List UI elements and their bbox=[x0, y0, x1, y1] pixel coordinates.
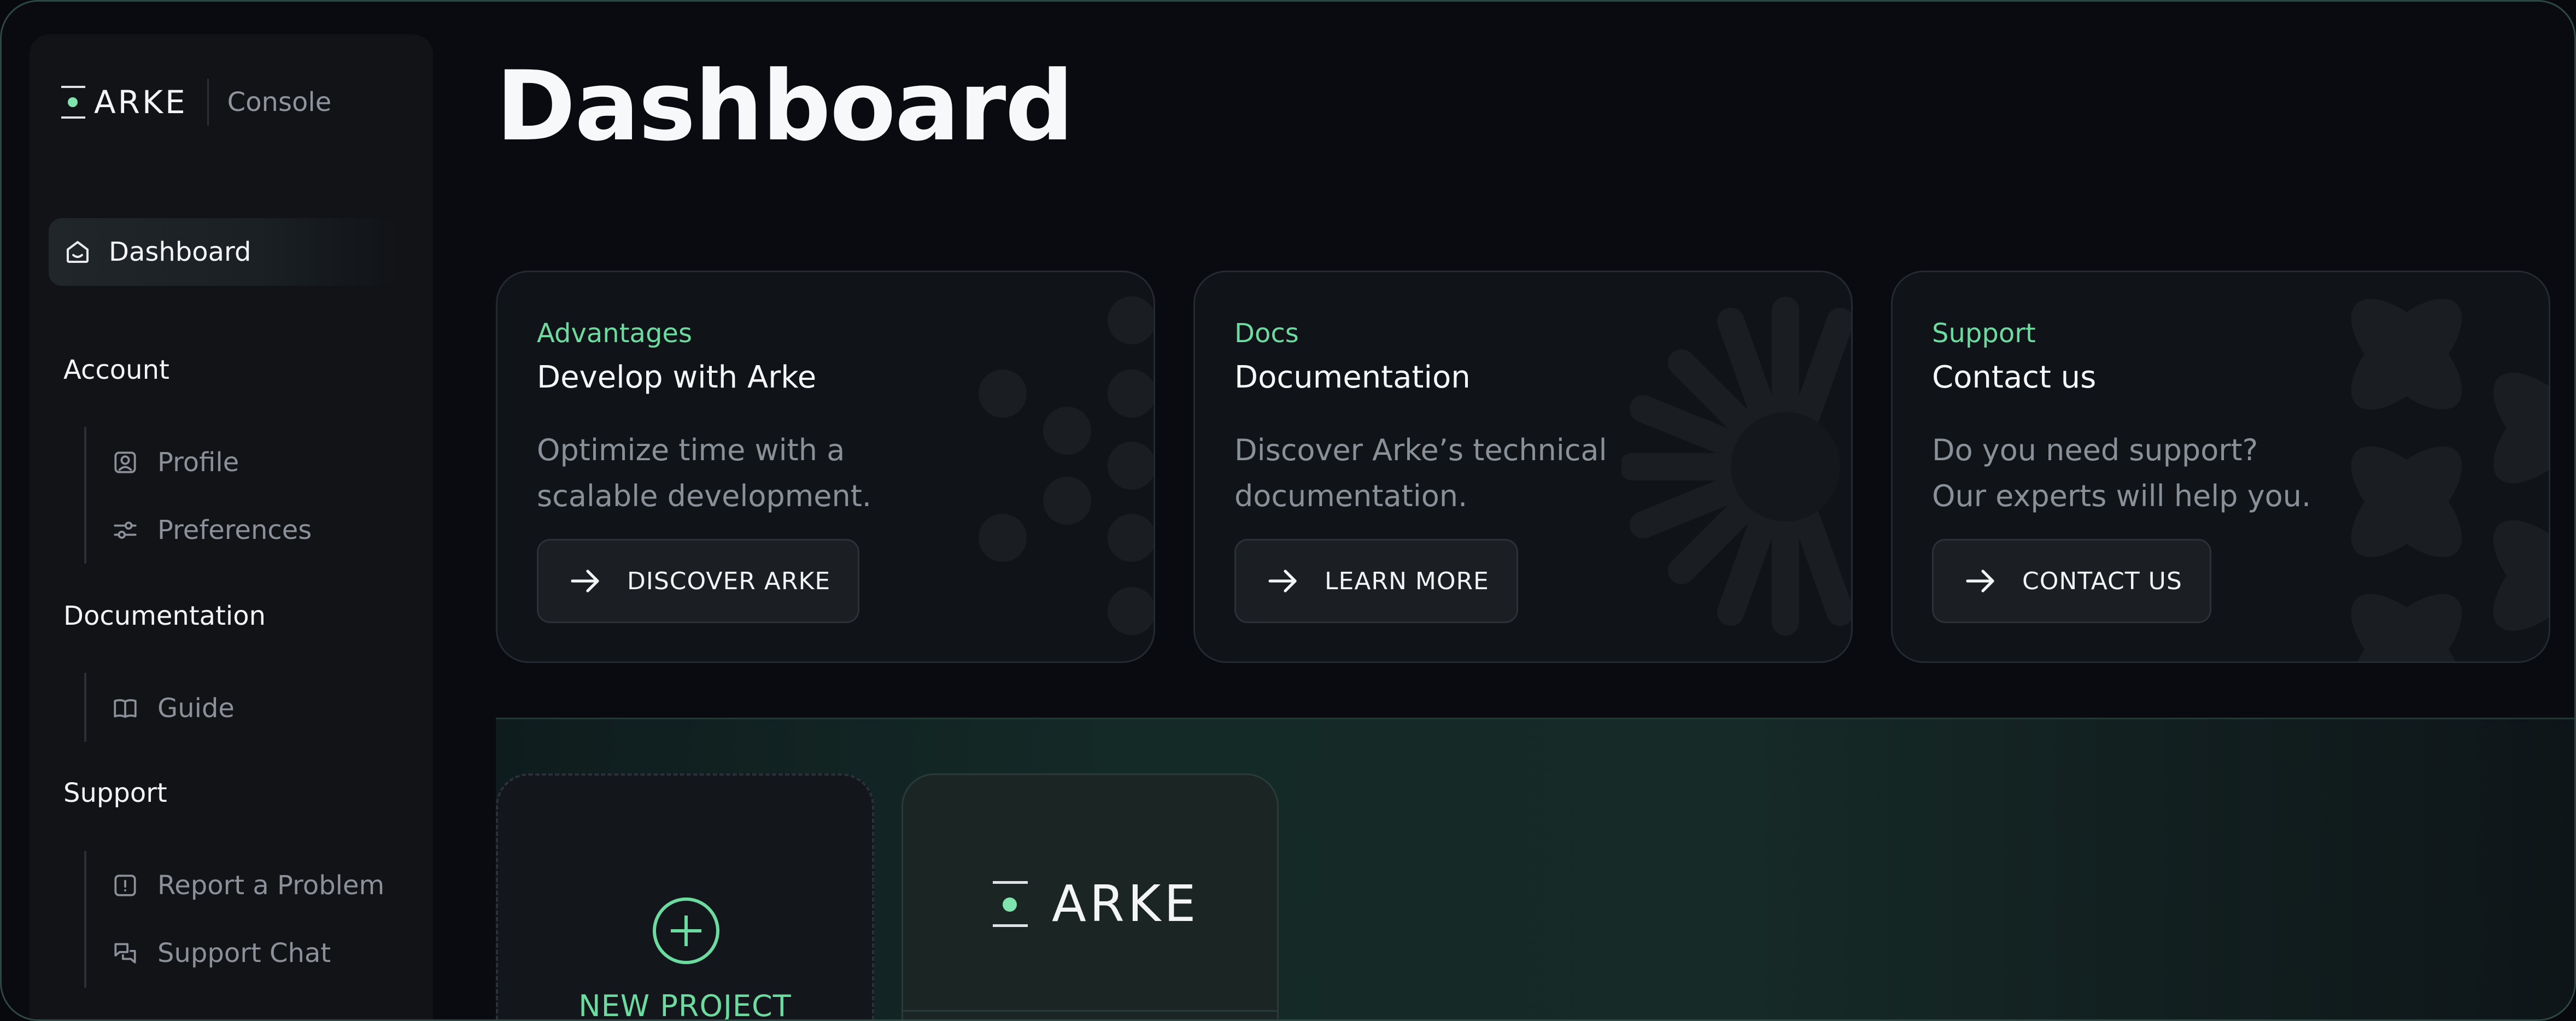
plus-circle-icon bbox=[653, 897, 719, 964]
card-description-line: Discover Arke’s technical bbox=[1234, 433, 1607, 467]
arke-logo-icon bbox=[61, 86, 85, 119]
card-kicker: Advantages bbox=[537, 318, 692, 349]
logo-divider bbox=[207, 79, 209, 126]
sidebar: ARKE Console Dashboard Account Profile P… bbox=[30, 34, 433, 1019]
arrow-right-icon bbox=[1268, 570, 1297, 592]
card-docs: Docs Documentation Discover Arke’s techn… bbox=[1193, 271, 1853, 663]
card-description: Discover Arke’s technical documentation. bbox=[1234, 427, 1650, 519]
new-project-label: NEW PROJECT bbox=[578, 989, 792, 1021]
discover-arke-button[interactable]: DISCOVER ARKE bbox=[537, 539, 860, 623]
card-support: Support Contact us Do you need support? … bbox=[1891, 271, 2550, 663]
learn-more-button[interactable]: LEARN MORE bbox=[1234, 539, 1518, 623]
card-heading: Documentation bbox=[1234, 360, 1471, 395]
card-description-line: Our experts will help you. bbox=[1932, 479, 2311, 513]
button-label: LEARN MORE bbox=[1325, 567, 1489, 595]
project-card[interactable]: ARKE bbox=[901, 773, 1279, 1019]
card-description: Do you need support? Our experts will he… bbox=[1932, 427, 2347, 519]
sidebar-item-label: Dashboard bbox=[109, 237, 251, 267]
book-icon bbox=[114, 699, 137, 718]
sidebar-item-label: Guide bbox=[157, 693, 235, 724]
sidebar-item-report-problem[interactable]: Report a Problem bbox=[112, 866, 384, 905]
card-kicker: Support bbox=[1932, 318, 2036, 349]
sidebar-section-support: Support bbox=[63, 778, 167, 808]
button-label: DISCOVER ARKE bbox=[627, 567, 831, 595]
sidebar-item-profile[interactable]: Profile bbox=[112, 443, 239, 482]
arrow-right-icon bbox=[571, 570, 599, 592]
card-description-line: Do you need support? bbox=[1932, 433, 2258, 467]
brand-name: ARKE bbox=[94, 84, 188, 121]
arke-logo-icon bbox=[993, 881, 1028, 927]
petal-pattern-icon bbox=[2351, 298, 2549, 661]
project-logo: ARKE bbox=[993, 879, 1199, 929]
sidebar-item-label: Preferences bbox=[157, 515, 312, 545]
sliders-icon bbox=[114, 521, 137, 539]
sidebar-item-preferences[interactable]: Preferences bbox=[112, 511, 312, 549]
sidebar-item-label: Profile bbox=[157, 447, 239, 478]
arrow-right-icon bbox=[1966, 570, 1994, 592]
chat-icon bbox=[114, 943, 136, 964]
sidebar-section-documentation: Documentation bbox=[63, 601, 266, 631]
card-kicker: Docs bbox=[1234, 318, 1299, 349]
dots-pattern-icon bbox=[979, 296, 1154, 635]
card-heading: Develop with Arke bbox=[537, 360, 817, 395]
section-guide-line bbox=[84, 851, 86, 988]
alert-icon bbox=[114, 875, 136, 896]
sidebar-section-account: Account bbox=[63, 355, 169, 385]
app-window: ARKE Console Dashboard Account Profile P… bbox=[0, 0, 2576, 1021]
button-label: CONTACT US bbox=[2022, 567, 2182, 595]
brand-logo[interactable]: ARKE Console bbox=[61, 76, 331, 128]
new-project-button[interactable]: NEW PROJECT bbox=[496, 773, 874, 1021]
brand-product: Console bbox=[227, 87, 332, 118]
card-description-line: Optimize time with a bbox=[537, 433, 845, 467]
section-guide-line bbox=[84, 427, 86, 564]
user-icon bbox=[114, 451, 136, 473]
page-title: Dashboard bbox=[496, 50, 1074, 162]
sidebar-item-dashboard[interactable]: Dashboard bbox=[49, 218, 399, 286]
project-card-divider bbox=[903, 1010, 1277, 1012]
card-description: Optimize time with a scalable developmen… bbox=[537, 427, 952, 519]
contact-us-button[interactable]: CONTACT US bbox=[1932, 539, 2211, 623]
sidebar-item-label: Report a Problem bbox=[157, 870, 385, 901]
sidebar-item-label: Support Chat bbox=[157, 938, 331, 969]
home-icon bbox=[66, 240, 89, 263]
sidebar-item-guide[interactable]: Guide bbox=[112, 689, 235, 727]
sunburst-pattern-icon bbox=[1621, 297, 1851, 636]
card-description-line: scalable development. bbox=[537, 479, 872, 513]
card-heading: Contact us bbox=[1932, 360, 2097, 395]
section-guide-line bbox=[84, 673, 86, 742]
card-advantages: Advantages Develop with Arke Optimize ti… bbox=[496, 271, 1155, 663]
project-name: ARKE bbox=[1052, 875, 1199, 933]
sidebar-item-support-chat[interactable]: Support Chat bbox=[112, 934, 331, 972]
card-description-line: documentation. bbox=[1234, 479, 1468, 513]
